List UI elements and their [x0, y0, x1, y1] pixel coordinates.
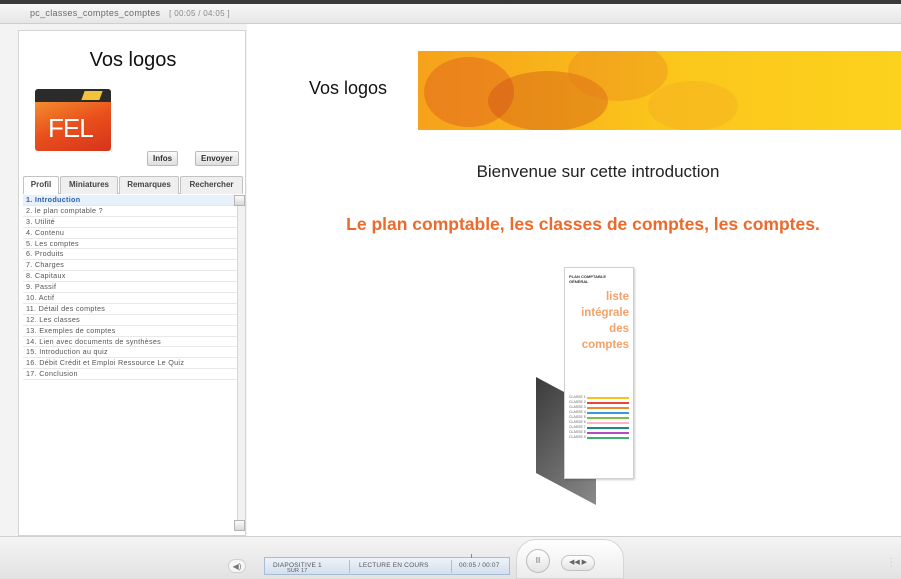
- playback-time: 00:05 / 00:07: [459, 562, 500, 569]
- tab-profil[interactable]: Profil: [23, 176, 59, 194]
- document-class-row: CLASSE 9: [569, 435, 631, 440]
- tab-miniatures[interactable]: Miniatures: [60, 176, 118, 194]
- toc-item[interactable]: 4. Contenu: [23, 228, 237, 239]
- toc-item[interactable]: 17. Conclusion: [23, 369, 237, 381]
- slide-headline: Le plan comptable, les classes de compte…: [346, 214, 820, 234]
- send-button[interactable]: Envoyer: [195, 151, 239, 166]
- slide-counter: DIAPOSITIVE 1 SUR 17: [273, 562, 322, 574]
- document-title-line: comptes: [581, 339, 629, 351]
- document-title: liste intégrale des comptes: [563, 289, 629, 353]
- document-title-line: des: [609, 323, 629, 335]
- logo-band: [35, 89, 111, 102]
- document-class-label: CLASSE 9: [569, 435, 586, 439]
- presentation-player: pc_classes_comptes_comptes [ 00:05 / 04:…: [0, 0, 901, 579]
- document-class-color-bar: [587, 427, 629, 429]
- toc-item[interactable]: 2. le plan comptable ?: [23, 206, 237, 217]
- player-controls: ◀) DIAPOSITIVE 1 SUR 17 LECTURE EN COURS…: [0, 536, 901, 579]
- toc-item[interactable]: 13. Exemples de comptes: [23, 326, 237, 337]
- toc-item[interactable]: 16. Débit Crédit et Emploi Ressource Le …: [23, 358, 237, 370]
- slide-canvas: Vos logos Bienvenue sur cette introducti…: [247, 24, 901, 536]
- scroll-up-button[interactable]: [234, 195, 245, 206]
- window-title: pc_classes_comptes_comptes [ 00:05 / 04:…: [30, 8, 230, 18]
- toc-item[interactable]: 1. Introduction: [23, 195, 237, 206]
- scroll-down-button[interactable]: [234, 520, 245, 531]
- fel-logo: FEL: [35, 89, 111, 151]
- status-panel: DIAPOSITIVE 1 SUR 17 LECTURE EN COURS 00…: [264, 554, 510, 575]
- presentation-title: pc_classes_comptes_comptes: [30, 8, 161, 18]
- tab-rechercher[interactable]: Rechercher: [180, 176, 243, 194]
- document-header-line: GÉNÉRAL: [569, 279, 589, 284]
- prev-next-buttons[interactable]: ◀◀ ▶: [561, 555, 595, 571]
- toc-item[interactable]: 3. Utilité: [23, 217, 237, 228]
- document-class-list: CLASSE 1 CLASSE 2 CLASSE 3 CLASSE 4 CLASSE 5…: [569, 395, 631, 440]
- document-class-color-bar: [587, 417, 629, 419]
- document-header: PLAN COMPTABLE GÉNÉRAL: [569, 274, 606, 284]
- document-title-line: liste: [605, 291, 629, 303]
- toc-item[interactable]: 9. Passif: [23, 282, 237, 294]
- table-of-contents: 1. Introduction 2. le plan comptable ? 3. …: [23, 195, 237, 530]
- playback-state: LECTURE EN COURS: [359, 562, 429, 569]
- document-class-color-bar: [587, 432, 629, 434]
- toc-item[interactable]: 14. Lien avec documents de synthèses: [23, 337, 237, 348]
- welcome-text: Bienvenue sur cette introduction: [476, 162, 720, 181]
- document-class-color-bar: [587, 437, 629, 439]
- pause-button[interactable]: II: [526, 549, 550, 573]
- toc-item[interactable]: 5. Les comptes: [23, 239, 237, 250]
- toc-scrollbar[interactable]: [237, 195, 245, 531]
- document-class-color-bar: [587, 402, 629, 404]
- slide-logo-text: Vos logos: [309, 78, 388, 98]
- status-divider: [349, 560, 350, 573]
- info-button[interactable]: Infos: [147, 151, 179, 166]
- document-class-color-bar: [587, 407, 629, 409]
- toc-item[interactable]: 7. Charges: [23, 260, 237, 272]
- sidebar-tabs: Profil Miniatures Remarques Rechercher: [23, 176, 243, 194]
- document-class-color-bar: [587, 422, 629, 424]
- status-divider: [451, 560, 452, 573]
- toc-item[interactable]: 11. Détail des comptes: [23, 304, 237, 315]
- document-class-color-bar: [587, 397, 629, 399]
- toc-item[interactable]: 12. Les classes: [23, 315, 237, 326]
- title-bar: pc_classes_comptes_comptes [ 00:05 / 04:…: [0, 0, 901, 24]
- toc-item[interactable]: 8. Capitaux: [23, 271, 237, 283]
- toc-item[interactable]: 6. Produits: [23, 249, 237, 261]
- banner-texture: [648, 81, 738, 130]
- sidebar-logo-text: Vos logos: [89, 49, 177, 71]
- toc-item[interactable]: 15. Introduction au quiz: [23, 347, 237, 359]
- more-options-icon[interactable]: · · ·: [890, 555, 892, 570]
- document-title-line: intégrale: [581, 307, 629, 319]
- volume-button[interactable]: ◀): [228, 559, 246, 573]
- tab-remarques[interactable]: Remarques: [119, 176, 179, 194]
- accounting-plan-document-image: PLAN COMPTABLE GÉNÉRAL liste intégrale d…: [534, 267, 636, 505]
- progress-marker: [471, 554, 472, 558]
- document-page: PLAN COMPTABLE GÉNÉRAL liste intégrale d…: [564, 267, 634, 479]
- document-class-color-bar: [587, 412, 629, 414]
- header-banner-image: [418, 51, 901, 130]
- sidebar-panel: Vos logos FEL Infos Envoyer Profil Minia…: [18, 30, 246, 536]
- logo-brand-text: FEL: [48, 113, 94, 143]
- elapsed-time: [ 00:05 / 04:05 ]: [169, 9, 230, 18]
- toc-item[interactable]: 10. Actif: [23, 293, 237, 304]
